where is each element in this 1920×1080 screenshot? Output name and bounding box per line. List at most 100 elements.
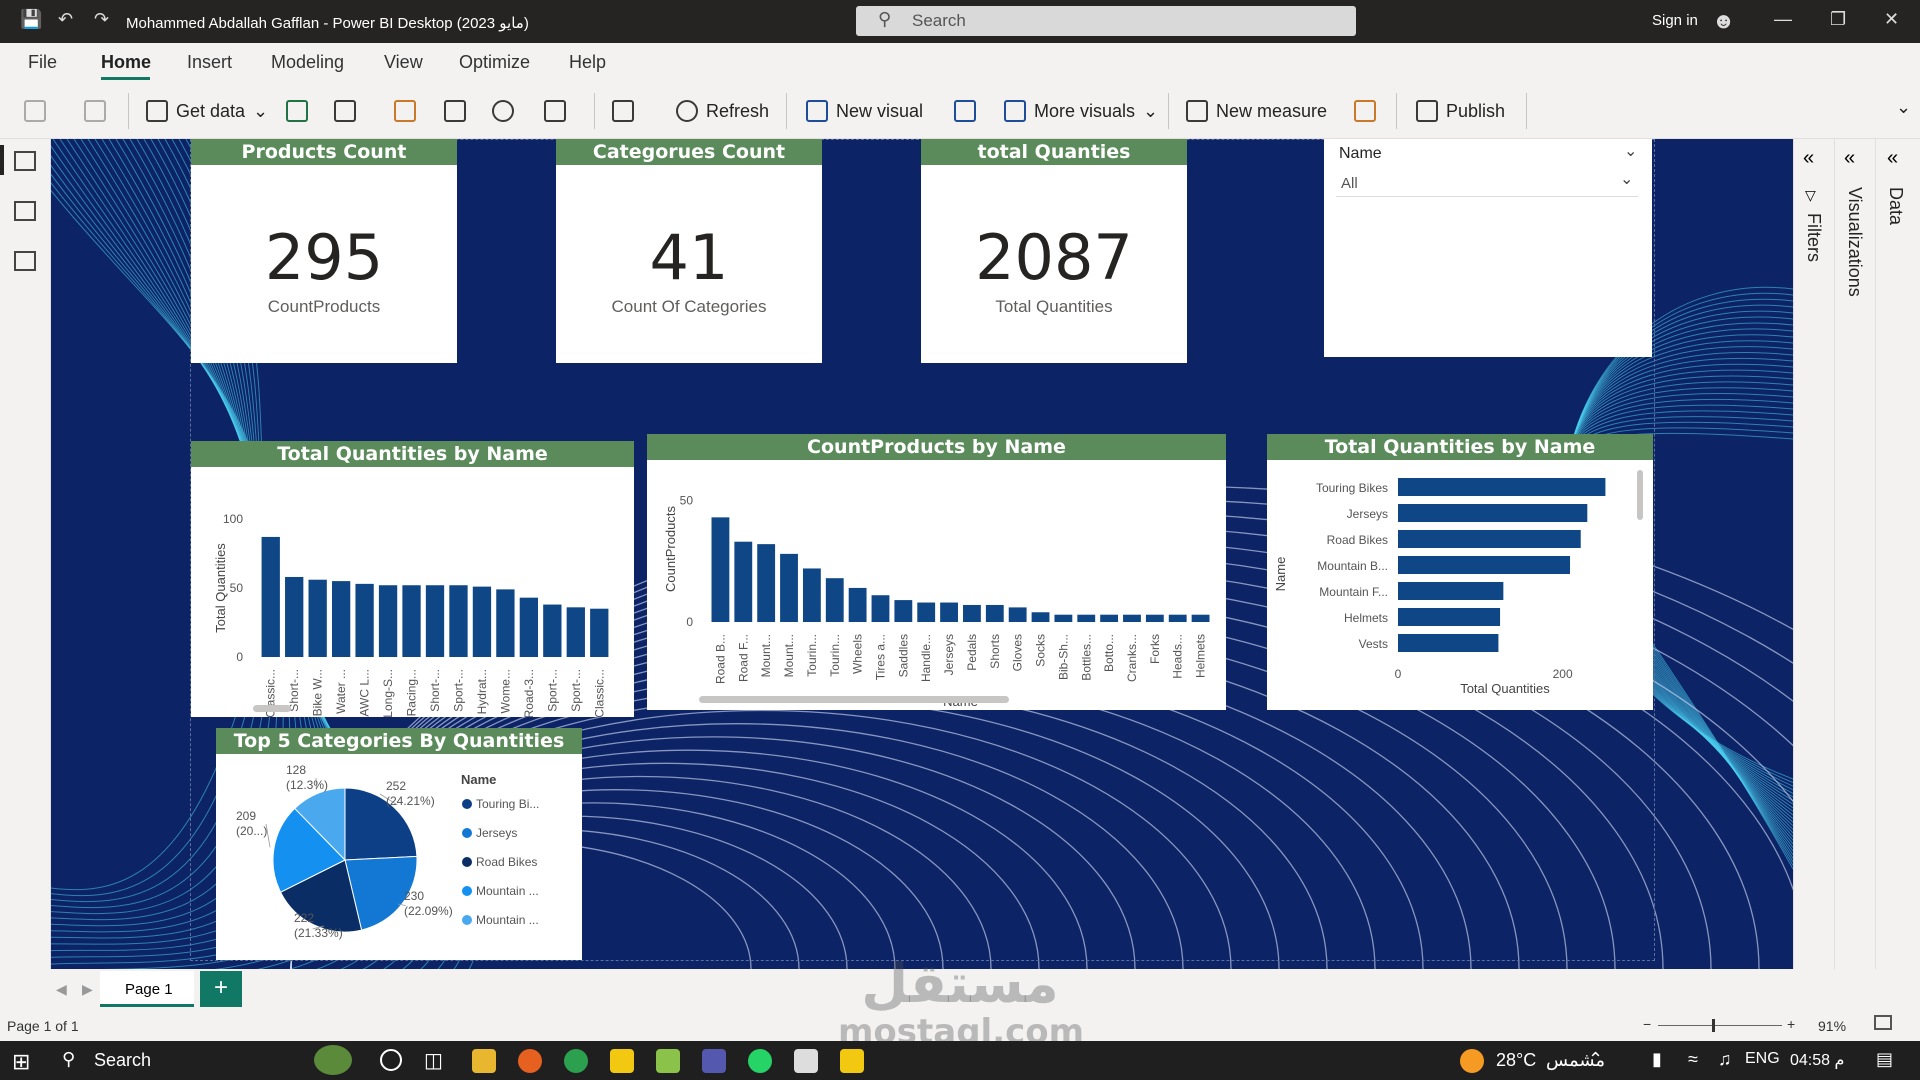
file-explorer-icon[interactable] xyxy=(472,1049,496,1073)
battery-icon[interactable]: ▮ xyxy=(1652,1049,1662,1070)
bar xyxy=(802,568,821,622)
chart-total-quantities-by-name[interactable]: Total Quantities by Name 0 50 100 Total Qua… xyxy=(191,441,634,717)
sql-button[interactable] xyxy=(394,100,416,122)
clock[interactable]: 04:58 م xyxy=(1790,1050,1844,1070)
ribbon-collapse-icon[interactable]: ⌄ xyxy=(1896,97,1911,118)
cortana-icon[interactable] xyxy=(380,1049,402,1071)
page-tab-label: Page 1 xyxy=(125,981,173,998)
more-visuals-button[interactable]: More visuals ⌄ xyxy=(1004,100,1158,122)
new-visual-button[interactable]: New visual xyxy=(806,100,923,122)
report-view-icon[interactable] xyxy=(14,151,36,171)
transform-data-button[interactable] xyxy=(612,100,634,122)
language[interactable]: ENG xyxy=(1745,1050,1780,1068)
publish-icon xyxy=(1416,100,1438,122)
bar xyxy=(940,602,958,622)
format-painter-button[interactable] xyxy=(84,100,106,122)
x-tick-label: Bottles... xyxy=(1079,634,1093,681)
close-icon[interactable]: ✕ xyxy=(1884,9,1899,30)
zoom-out-icon[interactable]: − xyxy=(1643,1016,1651,1032)
menu-help[interactable]: Help xyxy=(569,52,606,73)
whatsapp-icon[interactable] xyxy=(748,1049,772,1073)
visualizations-pane-label[interactable]: Visualizations xyxy=(1844,187,1865,297)
datahub-icon xyxy=(334,100,356,122)
bird-widget-icon[interactable] xyxy=(314,1045,352,1075)
active-tab-indicator xyxy=(101,77,150,80)
account-icon[interactable]: ☻ xyxy=(1712,8,1735,34)
teams-icon[interactable] xyxy=(702,1049,726,1073)
menu-modeling[interactable]: Modeling xyxy=(271,52,344,73)
windows-start-icon[interactable]: ⊞ xyxy=(12,1049,30,1075)
wifi-icon[interactable]: ≈ xyxy=(1688,1049,1698,1070)
zoom-in-icon[interactable]: + xyxy=(1787,1016,1795,1032)
next-page-icon[interactable]: ▶ xyxy=(82,981,93,998)
save-icon[interactable]: 💾 xyxy=(20,9,42,30)
restore-icon[interactable]: ❐ xyxy=(1830,9,1846,30)
chrome-icon[interactable] xyxy=(564,1049,588,1073)
firefox-icon[interactable] xyxy=(518,1049,542,1073)
new-measure-button[interactable]: New measure xyxy=(1186,100,1327,122)
kpi-card-categories[interactable]: Categorues Count 41 Count Of Categories xyxy=(556,139,822,363)
horizontal-scrollbar[interactable] xyxy=(699,696,1009,703)
taskbar-search[interactable]: Search xyxy=(94,1050,151,1071)
x-tick-label: 200 xyxy=(1553,667,1573,681)
notifications-icon[interactable]: ▤ xyxy=(1876,1049,1893,1070)
ribbon-separator xyxy=(786,93,787,129)
chart2-svg: 0 50CountProducts Road B... Road F... Mount.… xyxy=(663,493,1210,709)
name-slicer[interactable]: Name ⌄ All ⌄ xyxy=(1324,139,1652,357)
kpi-card-quantities[interactable]: total Quanties 2087 Total Quantities xyxy=(921,139,1187,363)
zoom-slider[interactable] xyxy=(1658,1025,1782,1026)
chart-countproducts-by-name[interactable]: CountProducts by Name 0 50 CountProducts Ro… xyxy=(647,434,1226,710)
excel-button[interactable] xyxy=(286,100,308,122)
chevron-down-icon: ⌄ xyxy=(253,100,269,121)
add-page-button[interactable]: + xyxy=(200,971,242,1007)
vertical-scrollbar[interactable] xyxy=(1637,470,1643,520)
app-icon[interactable] xyxy=(656,1049,680,1073)
menu-optimize[interactable]: Optimize xyxy=(459,52,530,73)
model-view-icon[interactable] xyxy=(14,251,36,271)
datahub-button[interactable] xyxy=(334,100,356,122)
menu-view[interactable]: View xyxy=(384,52,423,73)
horizontal-scrollbar[interactable] xyxy=(253,705,291,712)
sign-in-link[interactable]: Sign in xyxy=(1652,12,1698,29)
minimize-icon[interactable]: — xyxy=(1774,9,1792,30)
task-view-icon[interactable]: ◫ xyxy=(424,1048,443,1073)
legend-marker xyxy=(462,799,472,809)
dataverse-button[interactable] xyxy=(492,100,514,122)
volume-icon[interactable]: ♫ xyxy=(1718,1049,1732,1070)
get-data-button[interactable]: Get data ⌄ xyxy=(146,100,268,122)
menu-home[interactable]: Home xyxy=(101,52,151,73)
redo-icon[interactable]: ↷ xyxy=(94,9,109,30)
y-axis-title: Name xyxy=(1273,557,1288,592)
chevron-down-icon[interactable]: ⌄ xyxy=(1624,141,1637,161)
publish-button[interactable]: Publish xyxy=(1416,100,1505,122)
filters-pane-label[interactable]: Filters xyxy=(1803,213,1824,262)
zoom-slider-handle[interactable] xyxy=(1712,1019,1715,1032)
paste-button[interactable] xyxy=(24,100,46,122)
camera-icon[interactable] xyxy=(794,1049,818,1073)
recent-sources-button[interactable] xyxy=(544,100,566,122)
menu-insert[interactable]: Insert xyxy=(187,52,232,73)
expand-visualizations-icon[interactable]: « xyxy=(1844,147,1855,170)
data-pane-label[interactable]: Data xyxy=(1885,187,1906,225)
text-box-button[interactable] xyxy=(954,100,976,122)
undo-icon[interactable]: ↶ xyxy=(58,9,73,30)
chart-top5-categories[interactable]: Top 5 Categories By Quantities 252 (24.21… xyxy=(216,728,582,960)
kpi-card-products[interactable]: Products Count 295 CountProducts xyxy=(191,139,457,363)
temperature: 28°C xyxy=(1496,1050,1537,1070)
expand-filters-icon[interactable]: « xyxy=(1803,147,1814,170)
slicer-dropdown[interactable]: All ⌄ xyxy=(1336,169,1638,197)
prev-page-icon[interactable]: ◀ xyxy=(56,981,67,998)
expand-data-icon[interactable]: « xyxy=(1887,147,1898,170)
enter-data-button[interactable] xyxy=(444,100,466,122)
refresh-button[interactable]: Refresh xyxy=(676,100,769,122)
chart-total-quantities-horizontal[interactable]: Total Quantities by Name Touring Bikes Je… xyxy=(1267,434,1653,710)
table-view-icon[interactable] xyxy=(14,201,36,221)
power-bi-active-icon[interactable] xyxy=(840,1049,864,1073)
quick-measure-button[interactable] xyxy=(1354,100,1376,122)
power-bi-icon[interactable] xyxy=(610,1049,634,1073)
menu-file[interactable]: File xyxy=(28,52,57,73)
search-box[interactable]: ⚲ Search xyxy=(856,6,1356,36)
tray-chevron-icon[interactable]: ⌃ xyxy=(1588,1049,1603,1070)
fit-to-page-icon[interactable] xyxy=(1874,1015,1892,1030)
page-tab-1[interactable]: Page 1 xyxy=(100,971,194,1007)
